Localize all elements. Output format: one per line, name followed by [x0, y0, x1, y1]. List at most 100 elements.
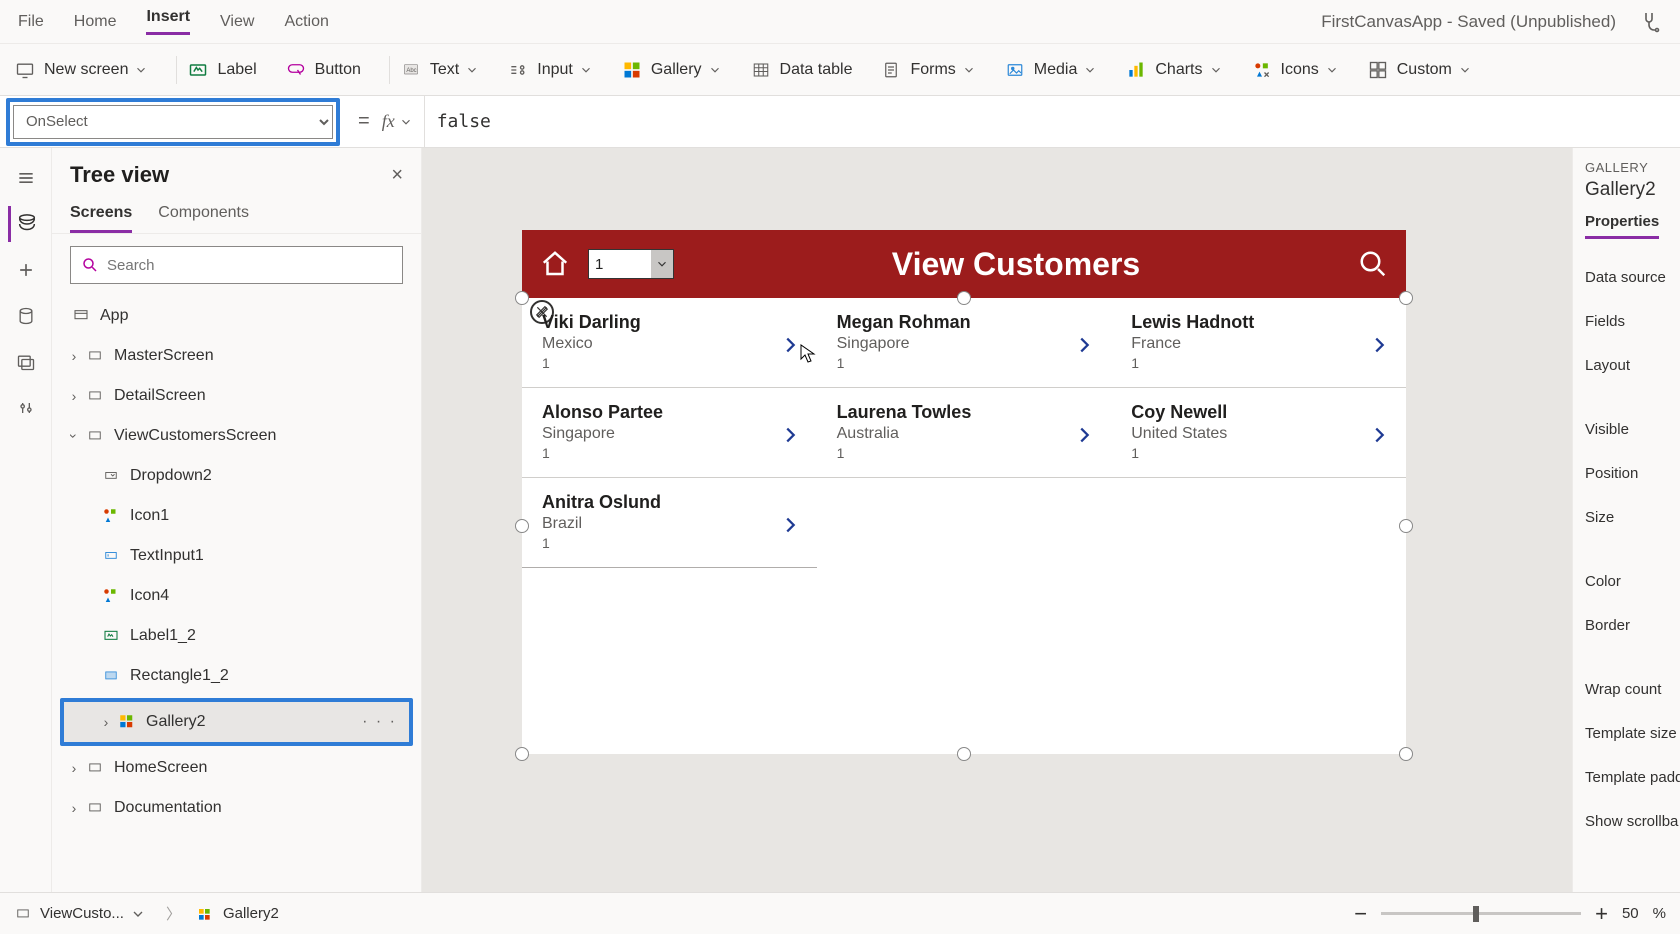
- menu-home[interactable]: Home: [74, 13, 117, 31]
- customer-country: Mexico: [542, 335, 797, 353]
- close-tree-view[interactable]: ×: [391, 164, 403, 187]
- chevron-right-icon[interactable]: [779, 514, 801, 536]
- rail-media[interactable]: [8, 344, 44, 380]
- chevron-down-icon: [962, 63, 976, 77]
- formula-input[interactable]: false: [424, 96, 1680, 147]
- tree-node-app[interactable]: App: [52, 296, 421, 336]
- gallery-item[interactable]: Viki Darling Mexico 1: [522, 298, 817, 387]
- gallery-item[interactable]: Lewis Hadnott France 1: [1111, 298, 1406, 387]
- new-screen-icon: [14, 59, 36, 81]
- charts-dropdown[interactable]: Charts: [1125, 59, 1222, 81]
- prop-row[interactable]: Template size: [1585, 711, 1680, 755]
- gallery-item[interactable]: Megan Rohman Singapore 1: [817, 298, 1112, 387]
- tab-screens[interactable]: Screens: [70, 196, 132, 233]
- expand-icon[interactable]: ›: [64, 388, 84, 404]
- icons-dropdown[interactable]: Icons: [1251, 59, 1339, 81]
- gallery-item[interactable]: Coy Newell United States 1: [1111, 388, 1406, 477]
- gallery2-control[interactable]: Viki Darling Mexico 1 Megan Rohman Singa…: [522, 298, 1406, 754]
- prop-tab-properties[interactable]: Properties: [1585, 213, 1659, 239]
- tree-node-icon4[interactable]: Icon4: [52, 576, 421, 616]
- menu-action[interactable]: Action: [284, 13, 328, 31]
- tree-node-rectangle12[interactable]: Rectangle1_2: [52, 656, 421, 696]
- prop-row[interactable]: Fields: [1585, 299, 1680, 343]
- tree-node-viewcustomersscreen[interactable]: › ViewCustomersScreen: [52, 416, 421, 456]
- chevron-right-icon[interactable]: [1073, 424, 1095, 446]
- gallery-item[interactable]: Alonso Partee Singapore 1: [522, 388, 817, 477]
- text-dropdown[interactable]: Abc Text: [400, 59, 479, 81]
- menu-view[interactable]: View: [220, 13, 254, 31]
- expand-icon[interactable]: ›: [96, 714, 116, 730]
- prop-row[interactable]: Wrap count: [1585, 667, 1680, 711]
- prop-row[interactable]: Position: [1585, 451, 1680, 495]
- customer-name: Coy Newell: [1131, 402, 1386, 423]
- chevron-right-icon[interactable]: [1073, 334, 1095, 356]
- prop-row[interactable]: Visible: [1585, 407, 1680, 451]
- tree-node-textinput1[interactable]: TextInput1: [52, 536, 421, 576]
- rail-advanced[interactable]: [8, 390, 44, 426]
- canvas[interactable]: 1 View Customers Viki Darling Mexico 1: [422, 148, 1572, 892]
- chevron-right-icon[interactable]: [1368, 334, 1390, 356]
- prop-row[interactable]: Color: [1585, 559, 1680, 603]
- gallery-item[interactable]: Anitra Oslund Brazil 1: [522, 478, 817, 568]
- tree-node-icon1[interactable]: Icon1: [52, 496, 421, 536]
- collapse-icon[interactable]: ›: [66, 426, 82, 446]
- search-icon[interactable]: [1358, 249, 1388, 279]
- prop-row[interactable]: Size: [1585, 495, 1680, 539]
- breadcrumb-screen[interactable]: ViewCusto...: [14, 905, 146, 922]
- breadcrumb-control[interactable]: Gallery2: [197, 905, 279, 922]
- input-dropdown[interactable]: Input: [507, 59, 593, 81]
- chevron-right-icon[interactable]: [779, 424, 801, 446]
- custom-dropdown[interactable]: Custom: [1367, 59, 1472, 81]
- header-dropdown[interactable]: 1: [588, 249, 674, 279]
- chevron-down-icon: [708, 63, 722, 77]
- tree-search-input[interactable]: [107, 257, 392, 274]
- expand-icon[interactable]: ›: [64, 760, 84, 776]
- rail-tree-view[interactable]: [8, 206, 44, 242]
- tree-node-label12[interactable]: Label1_2: [52, 616, 421, 656]
- customer-country: Brazil: [542, 515, 797, 533]
- zoom-thumb[interactable]: [1473, 906, 1479, 922]
- gallery-item[interactable]: Laurena Towles Australia 1: [817, 388, 1112, 477]
- media-dropdown[interactable]: Media: [1004, 59, 1098, 81]
- equals-sign: =: [358, 110, 370, 133]
- menu-insert[interactable]: Insert: [146, 8, 190, 35]
- home-icon[interactable]: [540, 249, 570, 279]
- formula-bar: OnSelect = fx false: [0, 96, 1680, 148]
- tree-node-homescreen[interactable]: › HomeScreen: [52, 748, 421, 788]
- chevron-down-icon[interactable]: [651, 250, 673, 278]
- tree-search[interactable]: [70, 246, 403, 284]
- prop-row[interactable]: Border: [1585, 603, 1680, 647]
- tree-node-dropdown2[interactable]: Dropdown2: [52, 456, 421, 496]
- rail-data[interactable]: [8, 298, 44, 334]
- prop-row[interactable]: Layout: [1585, 343, 1680, 387]
- expand-icon[interactable]: ›: [64, 348, 84, 364]
- tree-node-documentation[interactable]: › Documentation: [52, 788, 421, 828]
- property-selector[interactable]: OnSelect: [13, 105, 333, 139]
- prop-row[interactable]: Show scrollba: [1585, 799, 1680, 843]
- rail-insert[interactable]: [8, 252, 44, 288]
- forms-dropdown[interactable]: Forms: [880, 59, 975, 81]
- menu-file[interactable]: File: [18, 13, 44, 31]
- label-button[interactable]: Label: [187, 59, 256, 81]
- prop-row[interactable]: Template padd: [1585, 755, 1680, 799]
- app-checker-icon[interactable]: [1636, 9, 1662, 35]
- zoom-in[interactable]: +: [1595, 901, 1608, 927]
- button-button[interactable]: Button: [285, 59, 361, 81]
- data-table-button[interactable]: Data table: [750, 59, 853, 81]
- prop-row[interactable]: Data source: [1585, 255, 1680, 299]
- new-screen-button[interactable]: New screen: [14, 59, 148, 81]
- zoom-slider[interactable]: [1381, 912, 1581, 915]
- fx-button[interactable]: fx: [382, 111, 424, 132]
- tree-node-gallery2[interactable]: › Gallery2 · · ·: [64, 702, 409, 742]
- rail-hamburger[interactable]: [8, 160, 44, 196]
- tab-components[interactable]: Components: [158, 196, 249, 233]
- more-options[interactable]: · · ·: [362, 713, 397, 731]
- tree-node-masterscreen[interactable]: › MasterScreen: [52, 336, 421, 376]
- chevron-right-icon[interactable]: [779, 334, 801, 356]
- zoom-out[interactable]: −: [1354, 901, 1367, 927]
- expand-icon[interactable]: ›: [64, 800, 84, 816]
- gallery-control-icon: [116, 713, 138, 731]
- gallery-dropdown[interactable]: Gallery: [621, 59, 722, 81]
- chevron-right-icon[interactable]: [1368, 424, 1390, 446]
- tree-node-detailscreen[interactable]: › DetailScreen: [52, 376, 421, 416]
